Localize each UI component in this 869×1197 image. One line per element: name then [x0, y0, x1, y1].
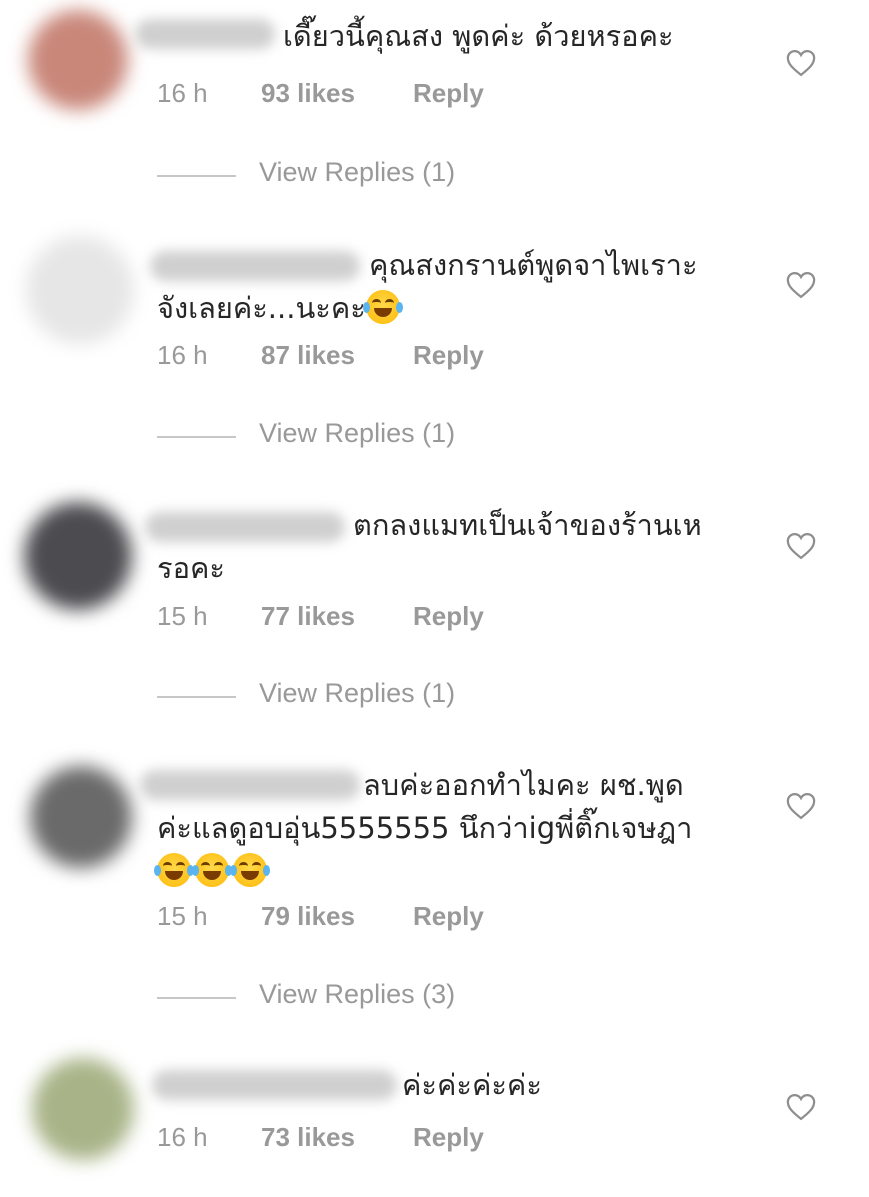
tears-of-joy-emoji-icon: [362, 290, 403, 324]
heart-icon[interactable]: [786, 792, 816, 820]
reply-button[interactable]: Reply: [413, 901, 484, 932]
comment-text-line2: จังเลยค่ะ...นะคะ: [157, 291, 366, 325]
view-replies-label[interactable]: View Replies (3): [259, 979, 455, 1010]
heart-icon[interactable]: [786, 1093, 816, 1121]
comment-time: 16 h: [157, 78, 208, 108]
comment-text-line: ลบค่ะออกทำไมคะ ผช.พูด: [363, 768, 684, 802]
view-replies-divider: [157, 436, 236, 438]
comment-text-line: เดี๊ยวนี้คุณสง พูดค่ะ ด้วยหรอคะ: [283, 19, 674, 53]
comment-likes[interactable]: 79 likes: [261, 901, 355, 932]
comment-text-line: ตกลงแมทเป็นเจ้าของร้านเห: [353, 508, 702, 542]
view-replies-label[interactable]: View Replies (1): [259, 157, 455, 188]
username-blurred[interactable]: [135, 19, 275, 49]
comment-time: 15 h: [157, 901, 208, 931]
view-replies-divider: [157, 175, 236, 177]
comment-text-line: รอคะ: [157, 551, 225, 585]
tears-of-joy-emoji-icon: [230, 853, 270, 887]
tears-of-joy-emoji-icon: [154, 853, 194, 887]
heart-icon[interactable]: [786, 271, 816, 299]
reply-button[interactable]: Reply: [413, 78, 484, 109]
avatar[interactable]: [30, 766, 132, 868]
comment-text-line: คุณสงกรานต์พูดจาไพเราะ: [369, 248, 698, 282]
username-blurred[interactable]: [152, 1070, 397, 1100]
comment-text: ลบค่ะออกทำไมคะ ผช.พูด ค่ะแลดูอบอุ่น55555…: [154, 764, 777, 893]
comment-time: 15 h: [157, 601, 208, 631]
comment-text-line: ค่ะค่ะค่ะค่ะ: [402, 1068, 542, 1102]
comment-text-line: จังเลยค่ะ...นะคะ: [157, 287, 757, 330]
view-replies-divider: [157, 696, 236, 698]
avatar[interactable]: [26, 236, 134, 344]
view-replies-divider: [157, 997, 236, 999]
view-replies-label[interactable]: View Replies (1): [259, 418, 455, 449]
comment-likes[interactable]: 73 likes: [261, 1122, 355, 1153]
reply-button[interactable]: Reply: [413, 1122, 484, 1153]
reply-button[interactable]: Reply: [413, 601, 484, 632]
comment-likes[interactable]: 87 likes: [261, 340, 355, 371]
comment-likes[interactable]: 77 likes: [261, 601, 355, 632]
reply-button[interactable]: Reply: [413, 340, 484, 371]
tears-of-joy-emoji-icon: [192, 853, 232, 887]
comment-likes[interactable]: 93 likes: [261, 78, 355, 109]
heart-icon[interactable]: [786, 49, 816, 77]
avatar[interactable]: [28, 10, 128, 110]
comment-text-line: ค่ะแลดูอบอุ่น5555555 นึกว่าigพี่ติ๊กเจษฎ…: [157, 811, 693, 845]
comment-text: เดี๊ยวนี้คุณสง พูดค่ะ ด้วยหรอคะ: [283, 15, 743, 58]
comment-text: ตกลงแมทเป็นเจ้าของร้านเห รอคะ: [157, 504, 757, 590]
avatar[interactable]: [24, 502, 132, 610]
view-replies-label[interactable]: View Replies (1): [259, 678, 455, 709]
avatar[interactable]: [32, 1058, 134, 1160]
comment-emoji-line: [154, 850, 777, 893]
comment-text: ค่ะค่ะค่ะค่ะ: [402, 1064, 762, 1107]
comment-time: 16 h: [157, 340, 208, 370]
comment-time: 16 h: [157, 1122, 208, 1152]
comment-text: คุณสงกรานต์พูดจาไพเราะ จังเลยค่ะ...นะคะ: [157, 244, 757, 330]
heart-icon[interactable]: [786, 532, 816, 560]
